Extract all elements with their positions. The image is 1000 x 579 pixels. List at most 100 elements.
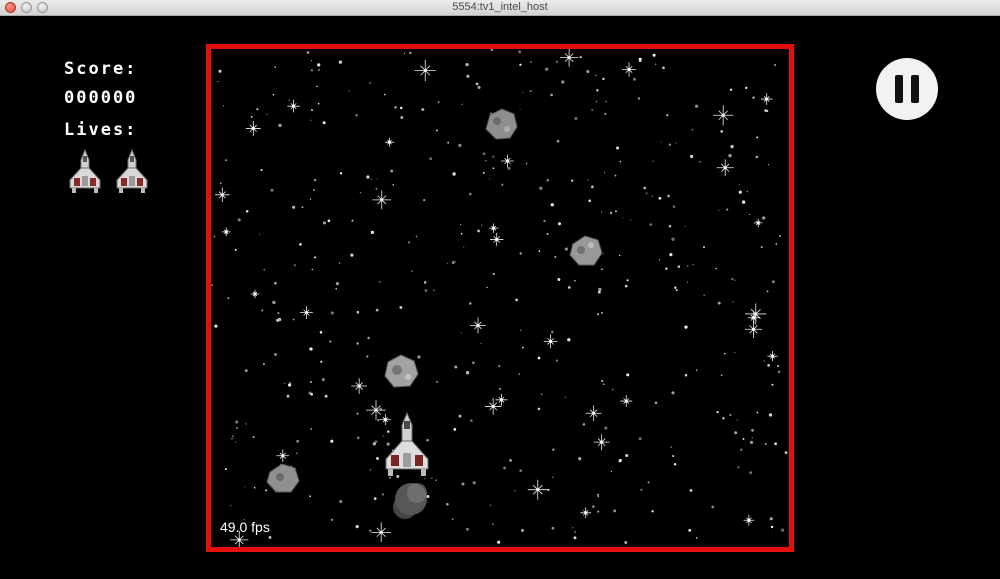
- game-playfield[interactable]: 49.0 fps: [206, 44, 794, 552]
- star: [546, 179, 549, 182]
- star: [279, 318, 281, 321]
- star: [219, 182, 222, 185]
- star: [355, 113, 358, 117]
- star: [335, 281, 340, 286]
- star: [376, 178, 378, 180]
- star: [355, 524, 359, 529]
- star: [555, 60, 558, 63]
- star: [582, 423, 586, 426]
- star: [436, 381, 438, 383]
- star: [348, 90, 350, 92]
- star: [669, 253, 673, 257]
- star: [451, 261, 455, 264]
- star: [272, 300, 276, 305]
- star: [490, 504, 492, 506]
- star: [310, 393, 313, 396]
- star: [592, 505, 595, 508]
- star: [686, 265, 689, 267]
- star: [702, 246, 706, 249]
- star: [492, 155, 495, 158]
- star: [350, 253, 354, 257]
- star: [309, 198, 312, 200]
- star: [399, 106, 403, 110]
- sparkle-star: [300, 306, 313, 320]
- star: [236, 427, 238, 429]
- star: [742, 437, 745, 440]
- star: [235, 420, 239, 424]
- star: [330, 518, 334, 521]
- star: [579, 55, 582, 59]
- sparkle-star: [384, 137, 395, 147]
- star: [415, 235, 418, 238]
- star: [775, 243, 778, 245]
- star: [774, 442, 777, 446]
- star: [446, 262, 448, 264]
- star: [263, 268, 266, 271]
- star: [519, 63, 522, 66]
- sparkle-star: [414, 59, 436, 82]
- star: [751, 437, 753, 439]
- star: [756, 411, 759, 414]
- star: [688, 529, 692, 532]
- star: [630, 219, 632, 221]
- star: [245, 423, 247, 425]
- star: [768, 413, 773, 417]
- star: [748, 213, 750, 215]
- star: [602, 77, 605, 81]
- star: [729, 88, 733, 91]
- star: [465, 371, 470, 375]
- star: [489, 178, 491, 180]
- sparkle-star: [745, 303, 767, 325]
- star: [322, 221, 327, 225]
- star: [403, 52, 406, 54]
- star: [739, 448, 743, 451]
- star: [330, 311, 334, 315]
- star: [356, 412, 359, 415]
- star: [764, 109, 767, 112]
- star: [222, 105, 225, 107]
- star: [338, 60, 343, 64]
- star: [368, 529, 372, 533]
- star: [760, 245, 763, 249]
- star: [596, 89, 599, 92]
- star: [492, 167, 495, 170]
- star: [675, 289, 678, 292]
- star: [772, 280, 775, 284]
- asteroid: [569, 235, 603, 266]
- star: [658, 196, 662, 200]
- star: [278, 123, 282, 128]
- star: [626, 373, 630, 377]
- star: [625, 454, 629, 457]
- star: [447, 141, 450, 144]
- star: [529, 90, 532, 92]
- star: [518, 373, 520, 375]
- star: [764, 443, 767, 445]
- star: [598, 287, 602, 292]
- star: [746, 190, 749, 193]
- star: [573, 536, 577, 540]
- star: [598, 290, 601, 294]
- star: [637, 97, 641, 100]
- star: [600, 211, 603, 213]
- star: [369, 469, 372, 471]
- star: [767, 164, 770, 166]
- star: [383, 93, 386, 96]
- lives-label: Lives:: [64, 120, 138, 140]
- pause-button[interactable]: [876, 58, 938, 120]
- star: [556, 140, 560, 143]
- star: [624, 541, 628, 544]
- star: [745, 86, 748, 90]
- star: [317, 63, 321, 67]
- star: [230, 504, 232, 506]
- asteroid: [485, 108, 518, 140]
- star: [671, 391, 675, 395]
- star: [613, 509, 617, 513]
- star: [424, 289, 428, 292]
- star: [654, 401, 658, 405]
- star: [460, 332, 462, 334]
- player-ship[interactable]: [382, 411, 432, 479]
- star: [597, 510, 600, 513]
- sparkle-star: [221, 227, 231, 237]
- star: [558, 222, 561, 226]
- star: [492, 272, 495, 275]
